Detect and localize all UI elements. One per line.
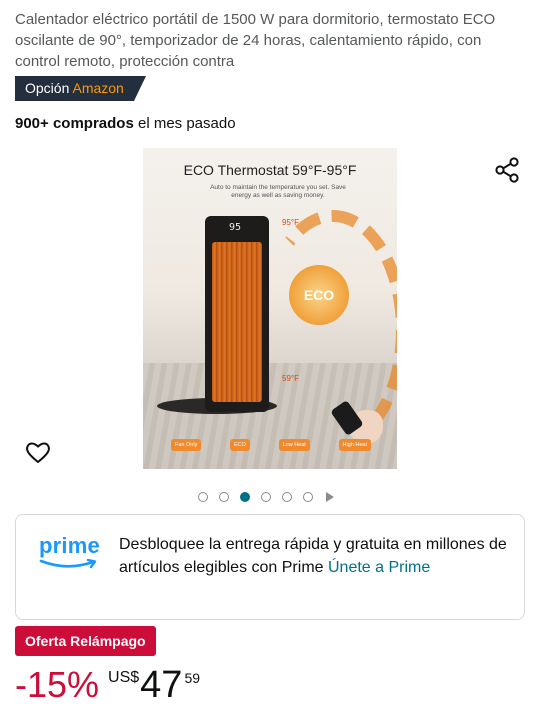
prime-logo-text: prime — [39, 533, 100, 558]
purchase-count-number: 900+ comprados — [15, 115, 134, 132]
prime-message: Desbloquee la entrega rápida y gratuita … — [119, 534, 514, 579]
share-icon — [495, 157, 519, 183]
purchase-count: 900+ comprados el mes pasado — [15, 114, 236, 134]
carousel-dot[interactable] — [261, 492, 271, 502]
product-title: Calentador eléctrico portátil de 1500 W … — [15, 11, 496, 70]
mode-fan-only: Fan Only — [171, 439, 202, 451]
mode-high-heat: High Heat — [338, 439, 371, 451]
play-video-icon[interactable] — [326, 492, 334, 502]
product-image[interactable]: ECO Thermostat 59°F-95°F Auto to maintai… — [143, 148, 397, 469]
carousel-dot[interactable] — [219, 492, 229, 502]
heater-grill — [212, 242, 262, 402]
join-prime-link[interactable]: Únete a Prime — [328, 559, 430, 576]
price-whole: 47 — [140, 664, 183, 706]
heart-icon — [26, 442, 50, 463]
carousel-dot[interactable] — [303, 492, 313, 502]
prime-smile-icon — [39, 559, 97, 569]
carousel-dot[interactable] — [198, 492, 208, 502]
purchase-count-suffix: el mes pasado — [133, 115, 236, 132]
lightning-deal-badge: Oferta Relámpago — [15, 626, 156, 656]
mode-buttons: Fan Only ECO Low Heat High Heat — [171, 439, 371, 451]
mode-low-heat: Low Heat — [278, 439, 310, 451]
badge-brand: Amazon — [72, 80, 124, 96]
discount-percent: -15% — [15, 664, 100, 705]
heater-display: 95 — [229, 222, 242, 233]
temp-high-label: 95°F — [282, 218, 299, 227]
prime-promo-card[interactable]: prime Desbloquee la entrega rápida y gra… — [15, 514, 525, 620]
carousel-dot-active[interactable] — [240, 492, 250, 502]
price-currency: US$ — [108, 669, 140, 686]
share-button[interactable] — [493, 156, 521, 184]
image-headline: ECO Thermostat 59°F-95°F — [183, 162, 357, 178]
prime-message-text: Desbloquee la entrega rápida y gratuita … — [119, 536, 507, 576]
temp-low-label: 59°F — [282, 374, 299, 383]
price-row: -15% US$ 47 59 — [15, 663, 200, 707]
prime-logo: prime — [39, 533, 101, 573]
wishlist-button[interactable] — [24, 438, 52, 466]
heater-body: 95 — [205, 216, 269, 412]
carousel-dots — [198, 492, 334, 502]
amazon-choice-badge[interactable]: Opción Amazon — [15, 76, 146, 101]
badge-tip — [133, 76, 146, 101]
badge-prefix: Opción — [25, 80, 70, 96]
carousel-dot[interactable] — [282, 492, 292, 502]
image-subline: Auto to maintain the temperature you set… — [210, 184, 346, 199]
price-fraction: 59 — [184, 670, 201, 686]
mode-eco: ECO — [230, 439, 250, 451]
eco-badge: ECO — [289, 265, 349, 325]
